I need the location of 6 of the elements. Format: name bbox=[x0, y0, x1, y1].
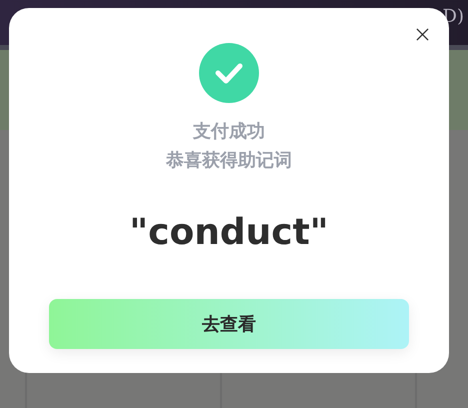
check-icon bbox=[199, 43, 259, 103]
message-text: 恭喜获得助记词 bbox=[166, 149, 292, 173]
mnemonic-word: "conduct" bbox=[129, 211, 329, 255]
view-button[interactable]: 去查看 bbox=[49, 299, 409, 349]
close-icon[interactable] bbox=[416, 28, 429, 41]
status-text: 支付成功 bbox=[193, 120, 265, 144]
